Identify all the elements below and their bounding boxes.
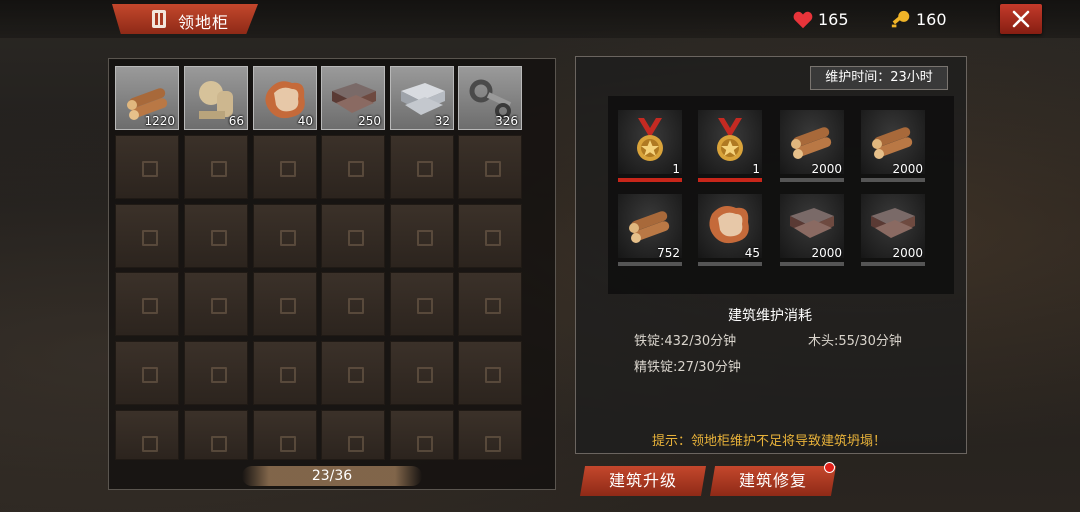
inventory-slot-empty[interactable] — [184, 410, 248, 460]
inventory-slot-empty[interactable] — [184, 341, 248, 405]
medal-icon — [637, 118, 663, 161]
inventory-slot-empty[interactable] — [321, 410, 385, 460]
cabinet-icon — [152, 10, 166, 28]
inventory-slot-empty[interactable] — [321, 341, 385, 405]
requirement-medal[interactable]: 1 — [698, 110, 762, 188]
requirement-quantity: 45 — [744, 246, 760, 260]
requirement-quantity: 1 — [752, 162, 760, 176]
requirement-status-bar — [698, 178, 762, 182]
requirement-animal-hide[interactable]: 45 — [698, 194, 762, 272]
page-title: 领地柜 — [178, 13, 230, 32]
key-icon — [891, 10, 910, 28]
close-button[interactable] — [1000, 4, 1042, 34]
inventory-slot-empty[interactable] — [390, 410, 454, 460]
inventory-slot-empty[interactable] — [253, 135, 317, 199]
cost-iron: 铁锭:432/30分钟 — [634, 334, 737, 349]
requirement-wood-logs[interactable]: 2000 — [861, 110, 925, 188]
requirement-status-bar — [861, 262, 925, 266]
inventory-slot-empty[interactable] — [390, 341, 454, 405]
requirement-status-bar — [780, 262, 844, 266]
maintenance-time: 维护时间：23小时 — [810, 66, 948, 90]
inventory-slot-empty[interactable] — [184, 204, 248, 268]
inventory-slot-empty[interactable] — [184, 135, 248, 199]
notification-dot — [824, 462, 835, 473]
inventory-slot-empty[interactable] — [115, 341, 179, 405]
inventory-slot-wood-logs[interactable]: 1220 — [115, 66, 179, 130]
item-quantity: 250 — [358, 114, 381, 128]
requirement-quantity: 2000 — [892, 162, 923, 176]
requirement-status-bar — [698, 262, 762, 266]
inventory-slot-refined-iron[interactable]: 32 — [390, 66, 454, 130]
inventory-slot-empty[interactable] — [115, 204, 179, 268]
item-quantity: 326 — [495, 114, 518, 128]
inventory-slot-empty[interactable] — [458, 204, 522, 268]
requirement-iron-ingot[interactable]: 2000 — [861, 194, 925, 272]
inventory-slot-empty[interactable] — [253, 272, 317, 336]
requirement-quantity: 2000 — [892, 246, 923, 260]
inventory-slot-bandage[interactable]: 66 — [184, 66, 248, 130]
inventory-slot-empty[interactable] — [390, 135, 454, 199]
maintenance-cost-title: 建筑维护消耗 — [728, 308, 812, 324]
inventory-slot-empty[interactable] — [115, 135, 179, 199]
inventory-slot-empty[interactable] — [321, 272, 385, 336]
inventory-slot-empty[interactable] — [321, 204, 385, 268]
requirement-status-bar — [618, 262, 682, 266]
inventory-slot-empty[interactable] — [253, 341, 317, 405]
inventory-slot-empty[interactable] — [458, 272, 522, 336]
requirement-quantity: 2000 — [811, 162, 842, 176]
keys-value: 160 — [916, 10, 947, 29]
inventory-slot-empty[interactable] — [321, 135, 385, 199]
inventory-slot-empty[interactable] — [458, 135, 522, 199]
inventory-slot-empty[interactable] — [115, 272, 179, 336]
item-quantity: 32 — [434, 114, 450, 128]
warning-hint: 提示：领地柜维护不足将导致建筑坍塌！ — [651, 434, 886, 449]
heart-icon — [793, 11, 813, 29]
inventory-slot-empty[interactable] — [253, 204, 317, 268]
requirement-quantity: 752 — [657, 246, 680, 260]
requirement-quantity: 2000 — [811, 246, 842, 260]
upgrade-building-button[interactable]: 建筑升级 — [580, 466, 706, 496]
cost-refined-iron: 精铁锭:27/30分钟 — [634, 360, 741, 375]
requirement-wood-logs[interactable]: 2000 — [780, 110, 844, 188]
cost-wood: 木头:55/30分钟 — [808, 334, 902, 349]
health-value: 165 — [818, 10, 849, 29]
inventory-slot-empty[interactable] — [390, 204, 454, 268]
close-icon — [1012, 10, 1030, 28]
requirement-medal[interactable]: 1 — [618, 110, 682, 188]
inventory-slot-empty[interactable] — [458, 410, 522, 460]
requirement-status-bar — [780, 178, 844, 182]
inventory-slot-empty[interactable] — [253, 410, 317, 460]
requirement-wood-logs[interactable]: 752 — [618, 194, 682, 272]
requirement-iron-ingot[interactable]: 2000 — [780, 194, 844, 272]
repair-building-button[interactable]: 建筑修复 — [710, 466, 836, 496]
inventory-slot-hide[interactable]: 40 — [253, 66, 317, 130]
inventory-slot-iron-ingot[interactable]: 250 — [321, 66, 385, 130]
inventory-slot-empty[interactable] — [115, 410, 179, 460]
capacity-counter: 23/36 — [311, 468, 353, 484]
inventory-slot-empty[interactable] — [390, 272, 454, 336]
requirement-quantity: 1 — [672, 162, 680, 176]
requirement-status-bar — [618, 178, 682, 182]
item-quantity: 1220 — [144, 114, 175, 128]
inventory-slot-parts[interactable]: 326 — [458, 66, 522, 130]
medal-icon — [717, 118, 743, 161]
inventory-slot-empty[interactable] — [458, 341, 522, 405]
inventory-slot-empty[interactable] — [184, 272, 248, 336]
requirement-status-bar — [861, 178, 925, 182]
item-quantity: 40 — [297, 114, 313, 128]
item-quantity: 66 — [228, 114, 244, 128]
